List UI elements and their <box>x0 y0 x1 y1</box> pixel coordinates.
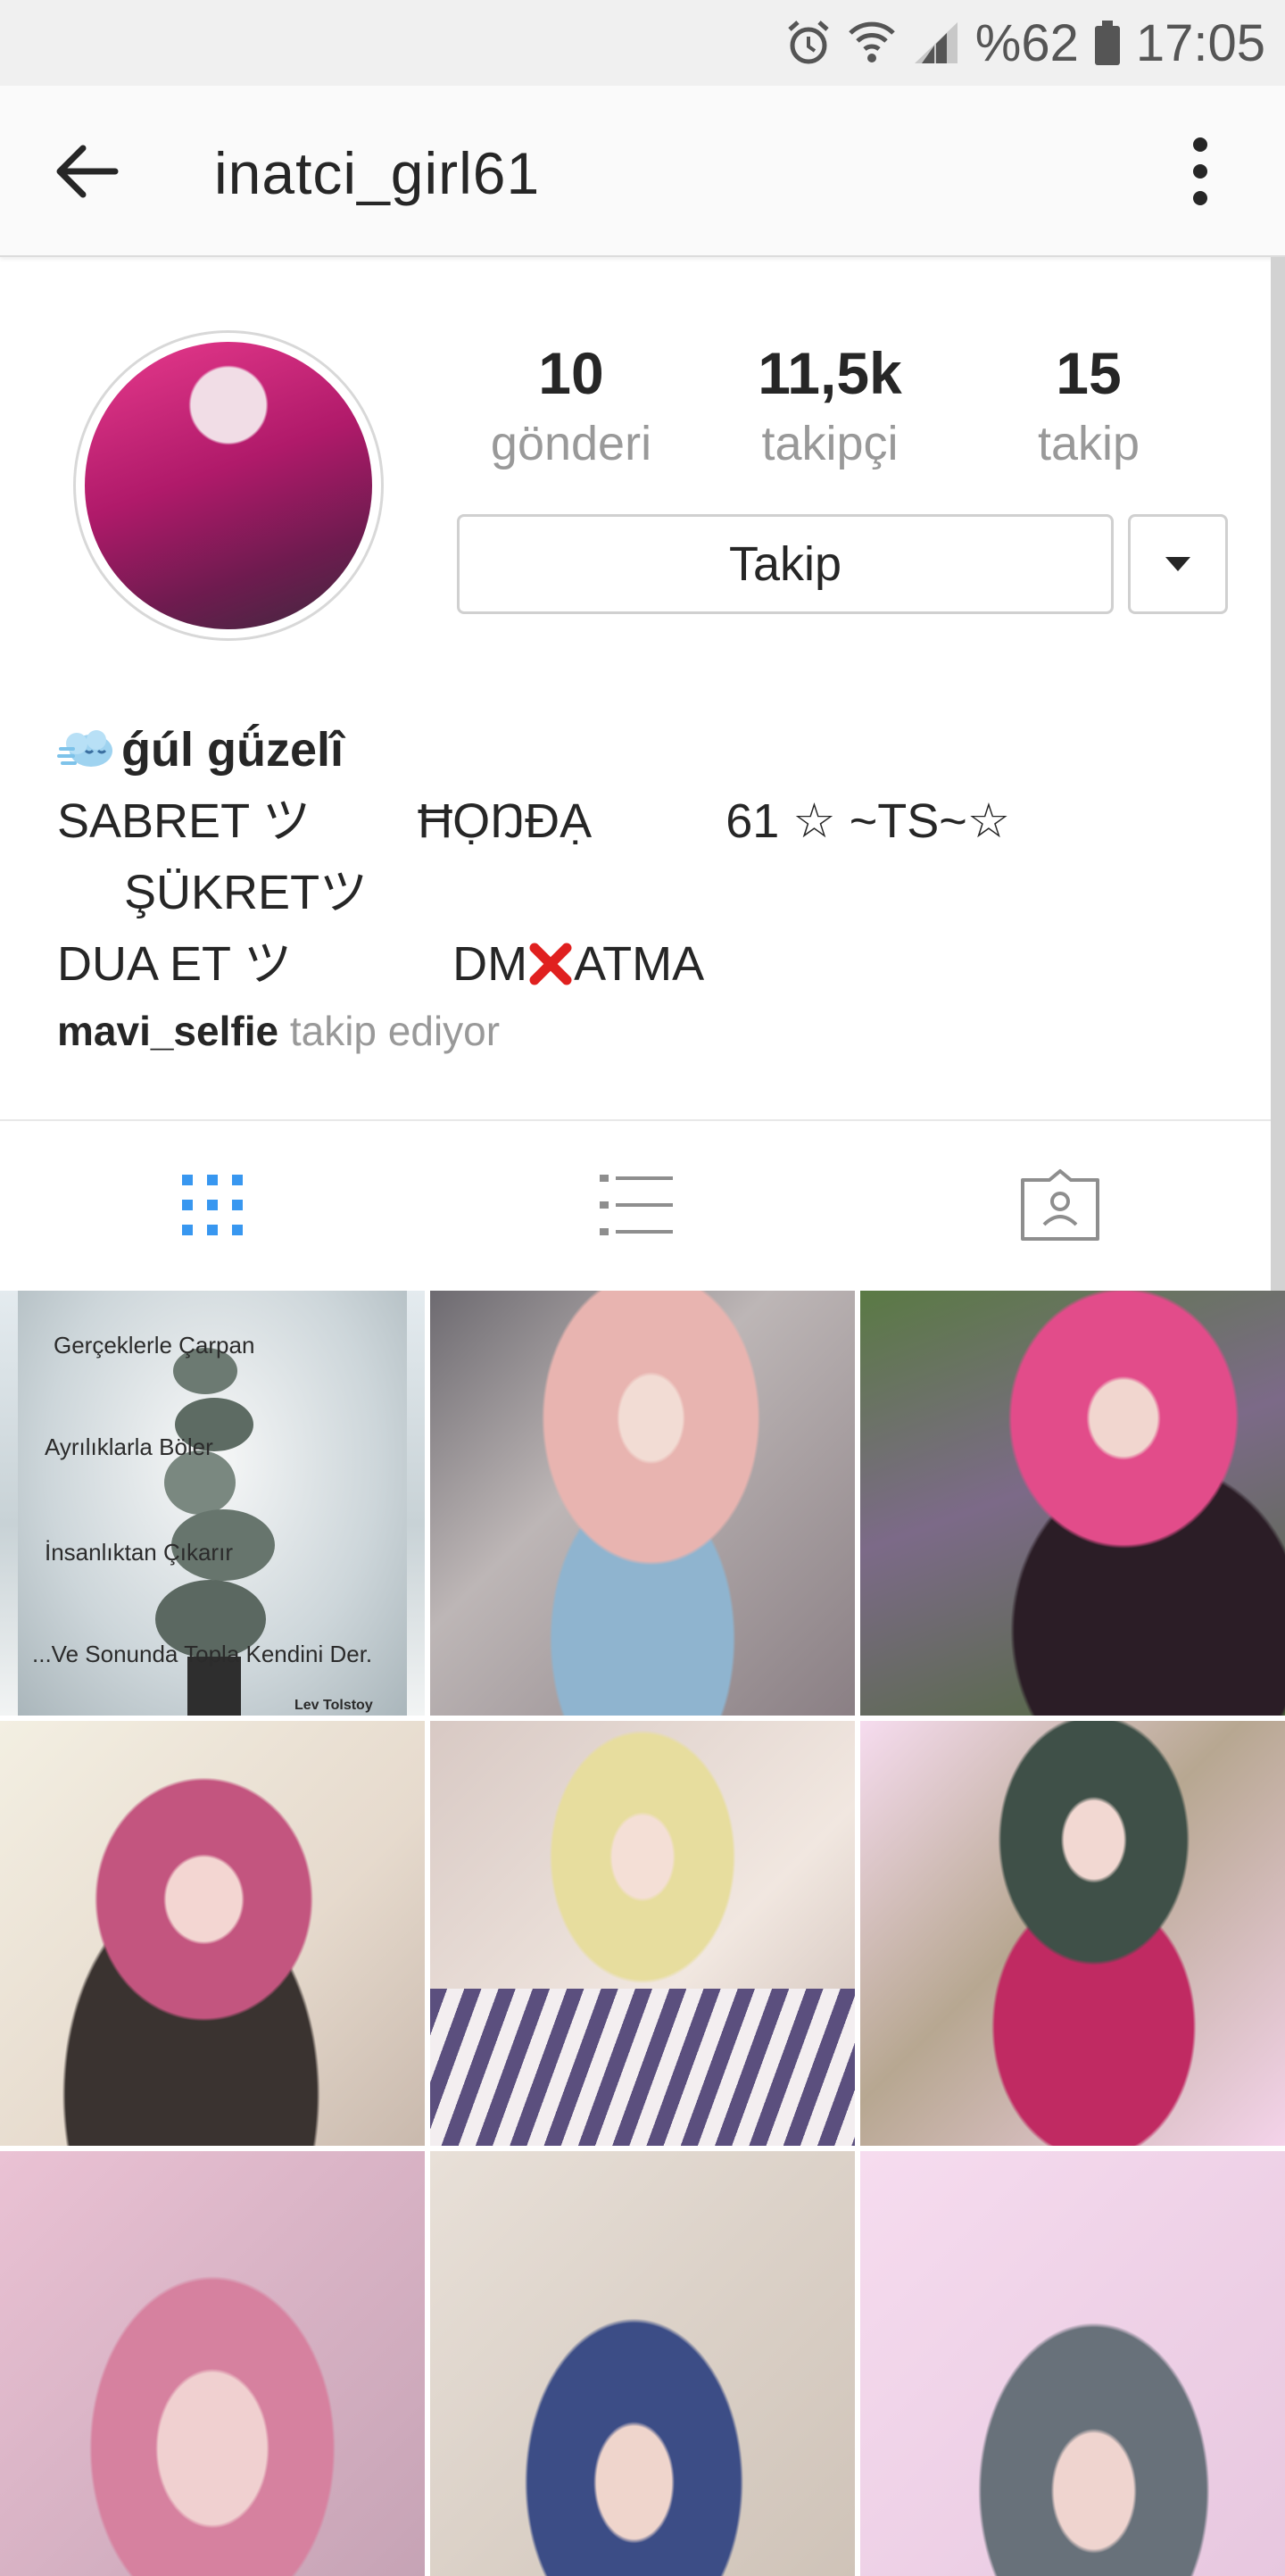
post-4[interactable] <box>0 1721 425 2146</box>
followed-by-user[interactable]: mavi_selfie <box>57 1008 278 1054</box>
followers-stat[interactable]: 11,5k takipçi <box>714 339 946 471</box>
app-bar: inatci_girl61 <box>0 86 1285 257</box>
status-bar: %62 17:05 <box>0 0 1285 86</box>
dash-away-emoji-icon <box>57 730 112 767</box>
more-options-button[interactable] <box>1169 130 1231 212</box>
list-icon <box>599 1175 673 1235</box>
quote-line-1: Gerçeklerle Çarpan <box>54 1332 255 1359</box>
tab-list[interactable] <box>424 1121 848 1289</box>
bio-line-3: DUA ET ツ DM ATMA <box>57 928 1253 1000</box>
suggestions-dropdown-button[interactable] <box>1128 514 1228 614</box>
posts-label: gönderi <box>490 417 652 470</box>
page-title: inatci_girl61 <box>214 140 541 206</box>
bio-line2: ŞÜKRETツ <box>124 866 369 919</box>
posts-stat[interactable]: 10 gönderi <box>455 339 687 471</box>
bio-line1-a: SABRET ツ <box>57 794 311 848</box>
profile-stats: 10 gönderi 11,5k takipçi 15 takip <box>455 339 1240 482</box>
followed-by: mavi_selfie takip ediyor <box>57 1007 500 1055</box>
profile-tabs <box>0 1121 1271 1289</box>
posts-count: 10 <box>538 340 604 406</box>
battery-percent: %62 <box>974 13 1079 72</box>
following-stat[interactable]: 15 takip <box>973 339 1205 471</box>
more-vertical-icon <box>1193 137 1207 205</box>
back-button[interactable] <box>46 134 127 209</box>
post-7[interactable] <box>0 2151 425 2576</box>
bio-line1-c: 61 ☆ ~TS~☆ <box>725 794 1011 848</box>
following-count: 15 <box>1056 340 1122 406</box>
caret-down-icon <box>1165 557 1190 571</box>
tab-grid[interactable] <box>0 1121 424 1289</box>
followed-by-text: takip ediyor <box>289 1008 501 1054</box>
grid-icon <box>181 1175 243 1235</box>
tagged-icon <box>1020 1169 1099 1241</box>
arrow-left-icon <box>56 145 119 198</box>
battery-icon <box>1093 19 1122 67</box>
following-label: takip <box>1037 417 1140 470</box>
avatar-image <box>85 342 372 629</box>
post-5[interactable] <box>430 1721 855 2146</box>
quote-author: Lev Tolstoy <box>294 1698 373 1713</box>
post-3[interactable] <box>860 1291 1285 1716</box>
scrollbar[interactable] <box>1271 257 1285 1310</box>
post-6[interactable] <box>860 1721 1285 2146</box>
follow-button[interactable]: Takip <box>457 514 1114 614</box>
post-quote[interactable]: Gerçeklerle Çarpan Ayrılıklarla Böler İn… <box>0 1291 425 1716</box>
bio-line-2: ŞÜKRETツ <box>57 857 1253 928</box>
bio-line3-b-post: ATMA <box>574 937 705 991</box>
clock: 17:05 <box>1135 13 1265 72</box>
bio-line-1: SABRET ツ ĦỌŊĐẠ 61 ☆ ~TS~☆ <box>57 785 1253 857</box>
quote-line-4: ...Ve Sonunda Topla Kendini Der. <box>32 1641 373 1667</box>
followers-label: takipçi <box>761 417 899 470</box>
quote-line-2: Ayrılıklarla Böler <box>45 1433 213 1460</box>
profile-avatar[interactable] <box>73 330 384 641</box>
bio-line3-a: DUA ET ツ <box>57 937 293 991</box>
profile-bio: ǵúl gǘzelî SABRET ツ ĦỌŊĐẠ 61 ☆ ~TS~☆ ŞÜK… <box>57 714 1253 1000</box>
post-8[interactable] <box>430 2151 855 2576</box>
quote-line-3: İnsanlıktan Çıkarır <box>45 1539 233 1566</box>
signal-icon <box>911 19 961 67</box>
followers-count: 11,5k <box>758 340 902 406</box>
post-2[interactable] <box>430 1291 855 1716</box>
bio-name-line: ǵúl gǘzelî <box>57 714 1253 785</box>
bio-line3-b-pre: DM <box>452 937 528 991</box>
bio-name: ǵúl gǘzelî <box>121 723 344 777</box>
wifi-icon <box>847 19 897 67</box>
photo-grid: Gerçeklerle Çarpan Ayrılıklarla Böler İn… <box>0 1291 1285 2576</box>
cross-mark-emoji-icon <box>529 943 572 985</box>
alarm-icon <box>784 19 833 67</box>
tab-tagged[interactable] <box>848 1121 1272 1289</box>
post-9[interactable] <box>860 2151 1285 2576</box>
bio-line1-b: ĦỌŊĐẠ <box>418 794 593 848</box>
